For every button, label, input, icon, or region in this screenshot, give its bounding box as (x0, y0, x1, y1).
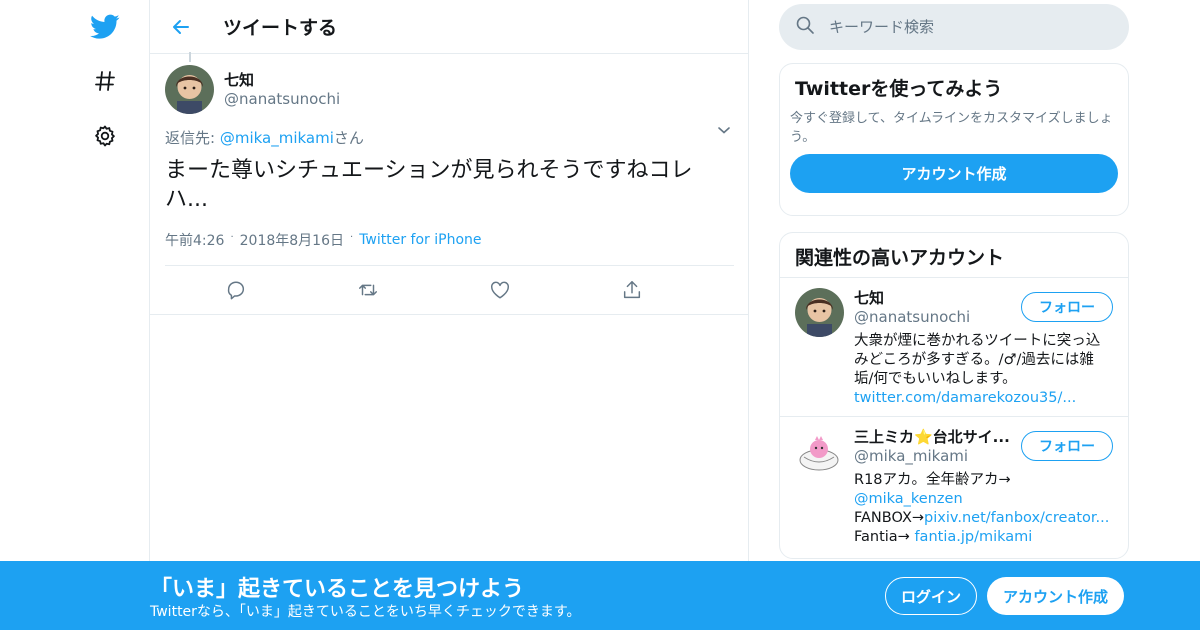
avatar[interactable] (795, 288, 844, 337)
search-input[interactable] (829, 18, 1089, 36)
bio-link[interactable]: twitter.com/damarekozou35/... (854, 390, 1076, 406)
related-account[interactable]: 三上ミカ⭐台北サイ... @mika_mikami フォロー R18アカ。全年齢… (780, 417, 1128, 555)
bio-text: 大衆が煙に巻かれるツイートに突っ込みどころが多すぎる。/♂/過去には雑垢/何でも… (854, 333, 1101, 387)
author-handle[interactable]: @nanatsunochi (224, 90, 340, 109)
right-sidebar: Twitterを使ってみよう 今すぐ登録して、タイムラインをカスタマイズしましょ… (779, 0, 1129, 559)
retweet-icon[interactable] (351, 273, 385, 307)
tweet-actions (150, 266, 748, 315)
app: ツイートする 七知 @nanatsunochi 返信先: @mika_mikam… (0, 0, 1200, 630)
avatar[interactable] (795, 427, 844, 476)
signup-card-subtitle: 今すぐ登録して、タイムラインをカスタマイズしましょう。 (790, 111, 1113, 145)
banner-subtitle: Twitterなら、「いま」起きていることをいち早くチェックできます。 (150, 604, 581, 620)
tweet-time[interactable]: 午前4:26 (165, 230, 224, 250)
create-account-button[interactable]: アカウント作成 (790, 154, 1118, 193)
tweet-meta: 午前4:26 · 2018年8月16日 · Twitter for iPhone (165, 229, 734, 251)
bio-link[interactable]: pixiv.net/fanbox/creator... (924, 510, 1109, 526)
separator-dot: · (230, 231, 234, 243)
reply-prefix: 返信先: (165, 129, 220, 147)
author-names: 七知 @nanatsunochi (224, 70, 340, 109)
account-bio: 大衆が煙に巻かれるツイートに突っ込みどころが多すぎる。/♂/過去には雑垢/何でも… (854, 332, 1113, 408)
login-button[interactable]: ログイン (885, 577, 977, 615)
reply-user-link[interactable]: @mika_mikami (220, 129, 334, 147)
tweet-date[interactable]: 2018年8月16日 (240, 230, 344, 250)
tweet-text: まーた尊いシチュエーションが見られそうですねコレハ... (165, 158, 693, 212)
related-account[interactable]: 七知 @nanatsunochi フォロー 大衆が煙に巻かれるツイートに突っ込み… (780, 278, 1128, 417)
follow-button[interactable]: フォロー (1021, 292, 1113, 322)
left-nav (0, 0, 150, 630)
twitter-bird-icon[interactable] (88, 10, 122, 44)
tweet-source[interactable]: Twitter for iPhone (359, 232, 481, 248)
follow-button[interactable]: フォロー (1021, 431, 1113, 461)
page-header: ツイートする (150, 0, 748, 54)
account-name[interactable]: 七知 (854, 288, 1014, 308)
related-accounts-card: 関連性の高いアカウント 七知 @nanatsunochi フォロー 大衆が煙に巻… (779, 232, 1129, 559)
tweet: 七知 @nanatsunochi 返信先: @mika_mikamiさん まーた… (150, 52, 748, 315)
signup-banner: 「いま」起きていることを見つけよう Twitterなら、「いま」起きていることを… (0, 561, 1200, 630)
main-column: ツイートする 七知 @nanatsunochi 返信先: @mika_mikam… (149, 0, 749, 630)
thread-line (189, 52, 191, 62)
signup-button[interactable]: アカウント作成 (987, 577, 1124, 615)
chevron-down-icon[interactable] (714, 120, 734, 140)
search-icon (795, 15, 815, 39)
account-name[interactable]: 三上ミカ⭐台北サイ... (854, 427, 1014, 447)
signup-card-title: Twitterを使ってみよう (795, 78, 1003, 100)
signup-card: Twitterを使ってみよう 今すぐ登録して、タイムラインをカスタマイズしましょ… (779, 63, 1129, 216)
gear-icon[interactable] (88, 119, 122, 153)
bio-text: Fantia→ (854, 529, 915, 545)
author-display-name[interactable]: 七知 (224, 70, 340, 90)
avatar[interactable] (165, 64, 214, 114)
bio-link[interactable]: @mika_kenzen (854, 491, 963, 507)
hashtag-icon[interactable] (88, 64, 122, 98)
related-accounts-title: 関連性の高いアカウント (780, 233, 1128, 278)
reply-to: 返信先: @mika_mikamiさん (165, 127, 734, 148)
reply-suffix: さん (333, 129, 364, 147)
bio-link[interactable]: fantia.jp/mikami (914, 529, 1032, 545)
bio-text: FANBOX→ (854, 510, 925, 526)
tweet-author[interactable]: 七知 @nanatsunochi (165, 64, 734, 114)
page-title: ツイートする (223, 17, 338, 39)
arrow-left-icon[interactable] (164, 10, 198, 44)
bio-text: R18アカ。全年齢アカ→ (854, 472, 1011, 488)
separator-dot: · (350, 231, 354, 243)
search-bar[interactable] (779, 4, 1129, 50)
banner-title: 「いま」起きていることを見つけよう (150, 577, 525, 602)
reply-icon[interactable] (219, 273, 253, 307)
share-icon[interactable] (615, 273, 649, 307)
like-icon[interactable] (483, 273, 517, 307)
account-bio: R18アカ。全年齢アカ→ @mika_kenzen FANBOX→pixiv.n… (854, 471, 1113, 547)
